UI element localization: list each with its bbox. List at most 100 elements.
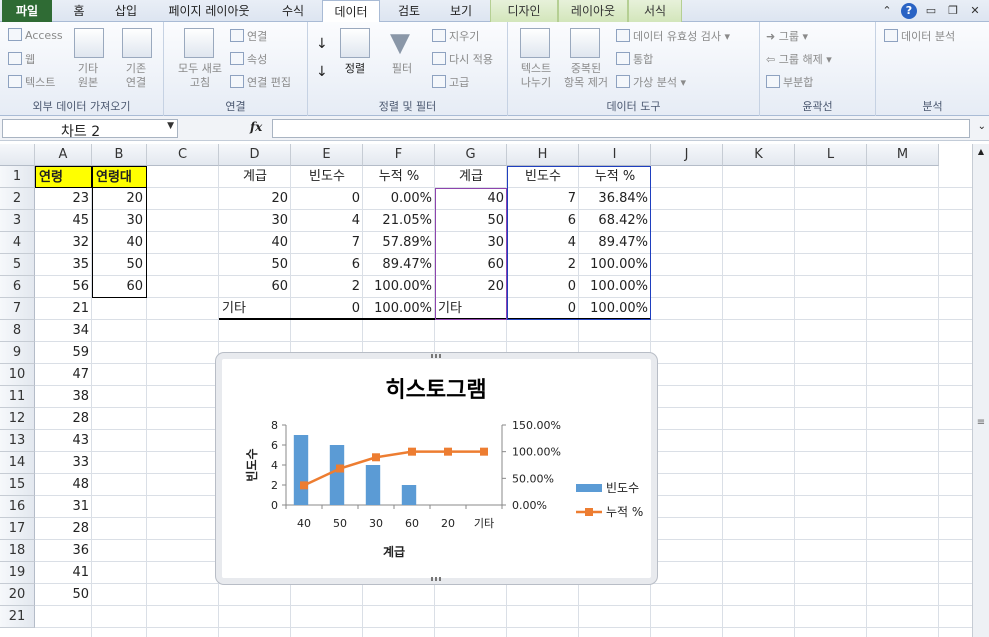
cell-d4[interactable]: 40 [219,232,291,254]
column-header-h[interactable]: H [507,144,579,166]
row-header-20[interactable]: 20 [0,584,35,606]
histogram-bar[interactable] [401,485,417,505]
cell-a6[interactable]: 56 [35,276,92,298]
existing-connections-icon[interactable] [122,28,152,58]
cell-a7[interactable]: 21 [35,298,92,320]
tab-formulas[interactable]: 수식 [270,0,316,22]
y2-tick-label[interactable]: 100.00% [512,446,561,459]
row-header-15[interactable]: 15 [0,474,35,496]
remove-duplicates-icon[interactable] [570,28,600,58]
row-header-13[interactable]: 13 [0,430,35,452]
cell-d5[interactable]: 50 [219,254,291,276]
from-text-button[interactable]: 텍스트 [8,74,55,90]
advanced-filter-button[interactable]: 고급 [432,74,469,90]
cell-f1[interactable]: 누적 % [363,166,435,188]
tab-insert[interactable]: 삽입 [104,0,148,22]
minimize-icon[interactable]: ▭ [923,3,939,19]
cell-a15[interactable]: 48 [35,474,92,496]
x-tick-label[interactable]: 50 [333,517,347,530]
cell-a19[interactable]: 41 [35,562,92,584]
row-header-3[interactable]: 3 [0,210,35,232]
cell-e4[interactable]: 7 [291,232,363,254]
cell-f7[interactable]: 100.00% [363,298,435,320]
expand-formula-icon[interactable]: ⌄ [978,121,986,132]
other-sources-icon[interactable] [74,28,104,58]
cell-a18[interactable]: 36 [35,540,92,562]
cell-a4[interactable]: 32 [35,232,92,254]
y-tick-label[interactable]: 0 [271,499,278,512]
cell-d7[interactable]: 기타 [219,298,291,320]
histogram-bar[interactable] [293,435,309,505]
x-axis-label[interactable]: 계급 [383,544,405,559]
cell-d3[interactable]: 30 [219,210,291,232]
sort-icon[interactable] [340,28,370,58]
column-header-l[interactable]: L [795,144,867,166]
row-header-10[interactable]: 10 [0,364,35,386]
tab-file[interactable]: 파일 [2,0,52,22]
other-sources-button[interactable]: 기타 원본 [64,62,112,90]
cell-d6[interactable]: 60 [219,276,291,298]
y-tick-label[interactable]: 4 [271,459,278,472]
histogram-bar[interactable] [329,445,345,505]
column-header-b[interactable]: B [92,144,147,166]
y2-tick-label[interactable]: 150.00% [512,419,561,432]
properties-button[interactable]: 속성 [230,51,267,67]
sort-desc-icon[interactable]: ↓ [316,64,328,80]
tab-home[interactable]: 홈 [62,0,96,22]
cell-g1[interactable]: 계급 [435,166,507,188]
refresh-all-button[interactable]: 모두 새로 고침 [166,62,234,90]
legend-label-line[interactable]: 누적 % [606,505,643,519]
column-header-d[interactable]: D [219,144,291,166]
sort-button[interactable]: 정렬 [331,62,379,76]
cell-e1[interactable]: 빈도수 [291,166,363,188]
row-header-7[interactable]: 7 [0,298,35,320]
tab-review[interactable]: 검토 [386,0,432,22]
resize-handle[interactable] [430,577,443,581]
cell-a9[interactable]: 59 [35,342,92,364]
legend-swatch-marker[interactable] [585,508,593,516]
y2-tick-label[interactable]: 0.00% [512,499,547,512]
cell-a12[interactable]: 28 [35,408,92,430]
scroll-grip-icon[interactable]: ≡ [976,418,986,428]
vertical-scrollbar[interactable]: ▲ ≡ [972,144,989,637]
ungroup-button[interactable]: ⇦ 그룹 해제 ▾ [766,51,832,67]
consolidate-button[interactable]: 통합 [616,51,653,67]
cell-b3[interactable]: 30 [92,210,147,232]
connections-button[interactable]: 연결 [230,28,267,44]
cumulative-point[interactable] [480,447,488,456]
y2-tick-label[interactable]: 50.00% [512,472,554,485]
column-header-i[interactable]: I [579,144,651,166]
y-tick-label[interactable]: 8 [271,419,278,432]
cell-a5[interactable]: 35 [35,254,92,276]
cell-a14[interactable]: 33 [35,452,92,474]
what-if-button[interactable]: 가상 분석 ▾ [616,74,686,90]
cell-a8[interactable]: 34 [35,320,92,342]
row-header-18[interactable]: 18 [0,540,35,562]
help-icon[interactable]: ? [901,3,917,19]
from-access-button[interactable]: Access [8,28,63,42]
restore-icon[interactable]: ❐ [945,3,961,19]
cell-e6[interactable]: 2 [291,276,363,298]
cell-e2[interactable]: 0 [291,188,363,210]
cell-a11[interactable]: 38 [35,386,92,408]
cell-b1[interactable]: 연령대 [92,166,147,188]
select-all-corner[interactable] [0,144,35,166]
row-header-2[interactable]: 2 [0,188,35,210]
x-tick-label[interactable]: 30 [369,517,383,530]
row-header-4[interactable]: 4 [0,232,35,254]
x-tick-label[interactable]: 60 [405,517,419,530]
edit-links-button[interactable]: 연결 편집 [230,74,291,90]
row-header-21[interactable]: 21 [0,606,35,628]
tab-chart-format[interactable]: 서식 [628,0,682,22]
cell-a1[interactable]: 연령 [35,166,92,188]
row-header-12[interactable]: 12 [0,408,35,430]
row-header-19[interactable]: 19 [0,562,35,584]
text-to-columns-button[interactable]: 텍스트 나누기 [512,62,560,90]
filter-icon[interactable]: ▼ [390,28,410,58]
row-header-14[interactable]: 14 [0,452,35,474]
data-validation-button[interactable]: 데이터 유효성 검사 ▾ [616,28,730,44]
cell-a16[interactable]: 31 [35,496,92,518]
row-header-1[interactable]: 1 [0,166,35,188]
sort-asc-icon[interactable]: ↓ [316,36,328,52]
cumulative-point[interactable] [300,481,308,490]
